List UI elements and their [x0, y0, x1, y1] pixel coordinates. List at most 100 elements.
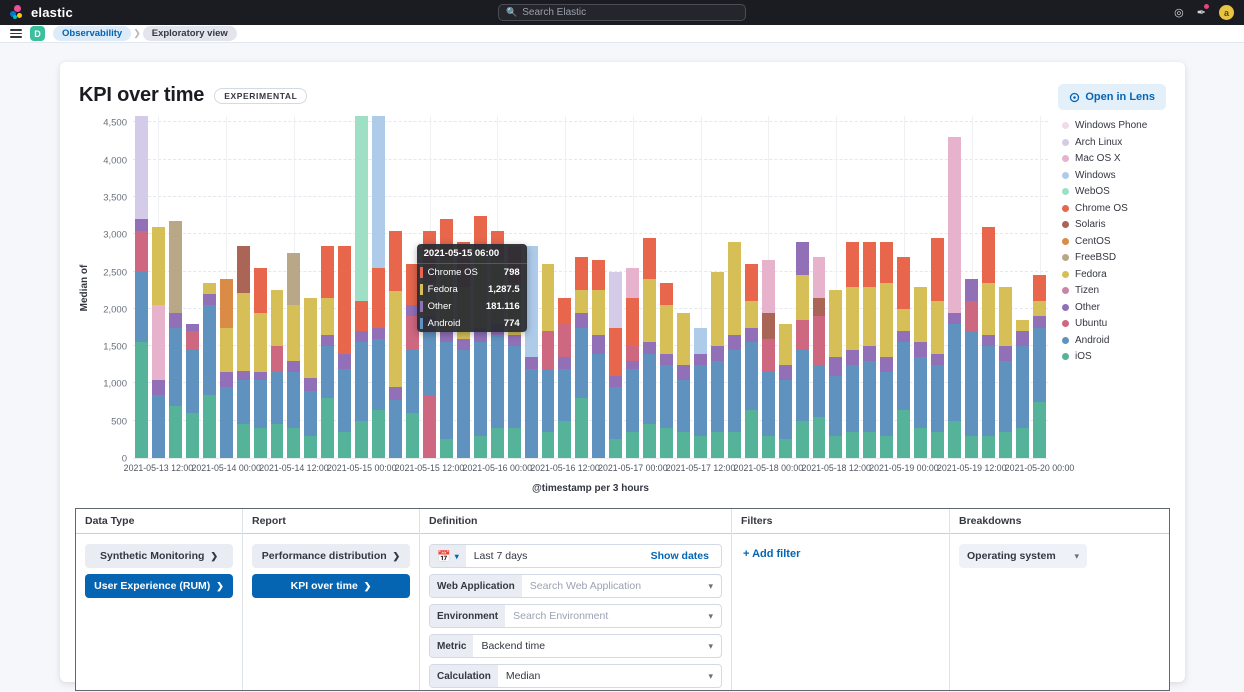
bar-segment-chromeos[interactable]: [745, 264, 758, 301]
bar-segment-solaris[interactable]: [813, 298, 826, 317]
bar-segment-other[interactable]: [677, 365, 690, 380]
stacked-bar[interactable]: [813, 257, 826, 458]
legend-item-webos[interactable]: WebOS: [1062, 186, 1170, 197]
date-picker-prepend[interactable]: 📅 ▾: [430, 545, 466, 567]
bar-segment-ubuntu[interactable]: [186, 331, 199, 350]
bar-segment-fedora[interactable]: [829, 290, 842, 357]
stacked-bar[interactable]: [965, 279, 978, 458]
stacked-bar[interactable]: [677, 313, 690, 458]
bar-segment-fedora[interactable]: [254, 313, 267, 373]
bar-segment-other[interactable]: [592, 335, 605, 354]
bar-segment-other[interactable]: [643, 342, 656, 353]
bar-segment-android[interactable]: [457, 350, 470, 458]
bar-segment-ios[interactable]: [897, 410, 910, 458]
bar-segment-fedora[interactable]: [542, 264, 555, 331]
field-value[interactable]: Backend time: [473, 635, 700, 657]
bar-segment-android[interactable]: [575, 328, 588, 399]
bar-segment-android[interactable]: [779, 380, 792, 440]
bar-segment-chromeos[interactable]: [609, 328, 622, 376]
bar-segment-ios[interactable]: [813, 417, 826, 458]
stacked-bar[interactable]: [1016, 320, 1029, 458]
legend-item-tizen[interactable]: Tizen: [1062, 285, 1170, 296]
bar-segment-ios[interactable]: [135, 342, 148, 458]
bar-segment-chromeos[interactable]: [626, 298, 639, 346]
bar-segment-other[interactable]: [711, 346, 724, 361]
stacked-bar[interactable]: [694, 328, 707, 458]
bar-segment-fedora[interactable]: [575, 290, 588, 312]
stacked-bar[interactable]: [287, 253, 300, 458]
bar-segment-other[interactable]: [694, 354, 707, 365]
bar-segment-android[interactable]: [965, 331, 978, 435]
add-filter-button[interactable]: + Add filter: [741, 544, 940, 564]
bar-segment-macosx[interactable]: [762, 260, 775, 312]
bar-segment-ios[interactable]: [271, 424, 284, 458]
bar-segment-ubuntu[interactable]: [626, 346, 639, 361]
bar-segment-ios[interactable]: [508, 428, 521, 458]
bar-segment-other[interactable]: [796, 242, 809, 276]
stacked-bar[interactable]: [609, 272, 622, 458]
bar-segment-other[interactable]: [829, 357, 842, 376]
bar-segment-ios[interactable]: [338, 432, 351, 458]
stacked-bar[interactable]: [829, 290, 842, 458]
field-value[interactable]: Search Environment: [505, 605, 700, 627]
stacked-bar[interactable]: [982, 227, 995, 458]
bar-segment-ios[interactable]: [474, 436, 487, 458]
bar-segment-chromeos[interactable]: [982, 227, 995, 283]
show-dates-link[interactable]: Show dates: [651, 550, 713, 562]
stacked-bar[interactable]: [999, 287, 1012, 458]
bar-segment-fedora[interactable]: [203, 283, 216, 294]
bar-segment-android[interactable]: [220, 387, 233, 458]
definition-field-web-application[interactable]: Web ApplicationSearch Web Application▾: [429, 574, 722, 598]
bar-segment-other[interactable]: [931, 354, 944, 365]
bar-segment-ios[interactable]: [796, 421, 809, 458]
bar-segment-android[interactable]: [711, 361, 724, 432]
bar-segment-other[interactable]: [508, 335, 521, 346]
bar-segment-chromeos[interactable]: [846, 242, 859, 287]
bar-segment-ubuntu[interactable]: [813, 316, 826, 364]
bar-segment-ios[interactable]: [982, 436, 995, 458]
bar-segment-ios[interactable]: [372, 410, 385, 458]
bar-segment-android[interactable]: [1033, 328, 1046, 403]
legend-item-ios[interactable]: iOS: [1062, 351, 1170, 362]
bar-segment-other[interactable]: [254, 372, 267, 379]
bar-segment-ios[interactable]: [287, 428, 300, 458]
bar-segment-other[interactable]: [186, 324, 199, 331]
bar-segment-fedora[interactable]: [999, 287, 1012, 347]
bar-segment-android[interactable]: [542, 369, 555, 432]
bar-segment-other[interactable]: [1033, 316, 1046, 327]
bar-segment-ubuntu[interactable]: [423, 395, 436, 458]
bar-segment-android[interactable]: [677, 380, 690, 432]
data-type-option-user-experience-rum-[interactable]: User Experience (RUM) ❯: [85, 574, 233, 598]
elastic-logo[interactable]: elastic: [10, 5, 73, 20]
bar-segment-ios[interactable]: [643, 424, 656, 458]
bar-segment-android[interactable]: [728, 350, 741, 432]
stacked-bar[interactable]: [592, 260, 605, 458]
stacked-bar[interactable]: [355, 116, 368, 458]
bar-segment-freebsd[interactable]: [287, 253, 300, 305]
stacked-bar[interactable]: [779, 324, 792, 458]
bar-segment-ios[interactable]: [1033, 402, 1046, 458]
bar-segment-android[interactable]: [321, 346, 334, 398]
bar-segment-chromeos[interactable]: [643, 238, 656, 279]
stacked-bar[interactable]: [203, 283, 216, 458]
bar-segment-other[interactable]: [897, 331, 910, 342]
data-type-option-synthetic-monitoring[interactable]: Synthetic Monitoring ❯: [85, 544, 233, 568]
bar-segment-ios[interactable]: [829, 436, 842, 458]
stacked-bar[interactable]: [575, 257, 588, 458]
legend-item-windows_phone[interactable]: Windows Phone: [1062, 120, 1170, 131]
bar-segment-android[interactable]: [304, 391, 317, 436]
bar-segment-android[interactable]: [643, 354, 656, 425]
bar-segment-android[interactable]: [948, 324, 961, 421]
stacked-bar[interactable]: [254, 268, 267, 458]
bar-segment-arch_linux[interactable]: [609, 272, 622, 328]
stacked-bar[interactable]: [372, 116, 385, 458]
bar-segment-ios[interactable]: [355, 421, 368, 458]
bar-segment-fedora[interactable]: [1033, 301, 1046, 316]
stacked-bar[interactable]: [948, 137, 961, 458]
bar-segment-fedora[interactable]: [880, 283, 893, 358]
bar-segment-fedora[interactable]: [745, 301, 758, 327]
bar-segment-other[interactable]: [355, 331, 368, 342]
stacked-bar[interactable]: [169, 221, 182, 458]
bar-segment-android[interactable]: [474, 342, 487, 435]
bar-segment-ios[interactable]: [779, 439, 792, 458]
